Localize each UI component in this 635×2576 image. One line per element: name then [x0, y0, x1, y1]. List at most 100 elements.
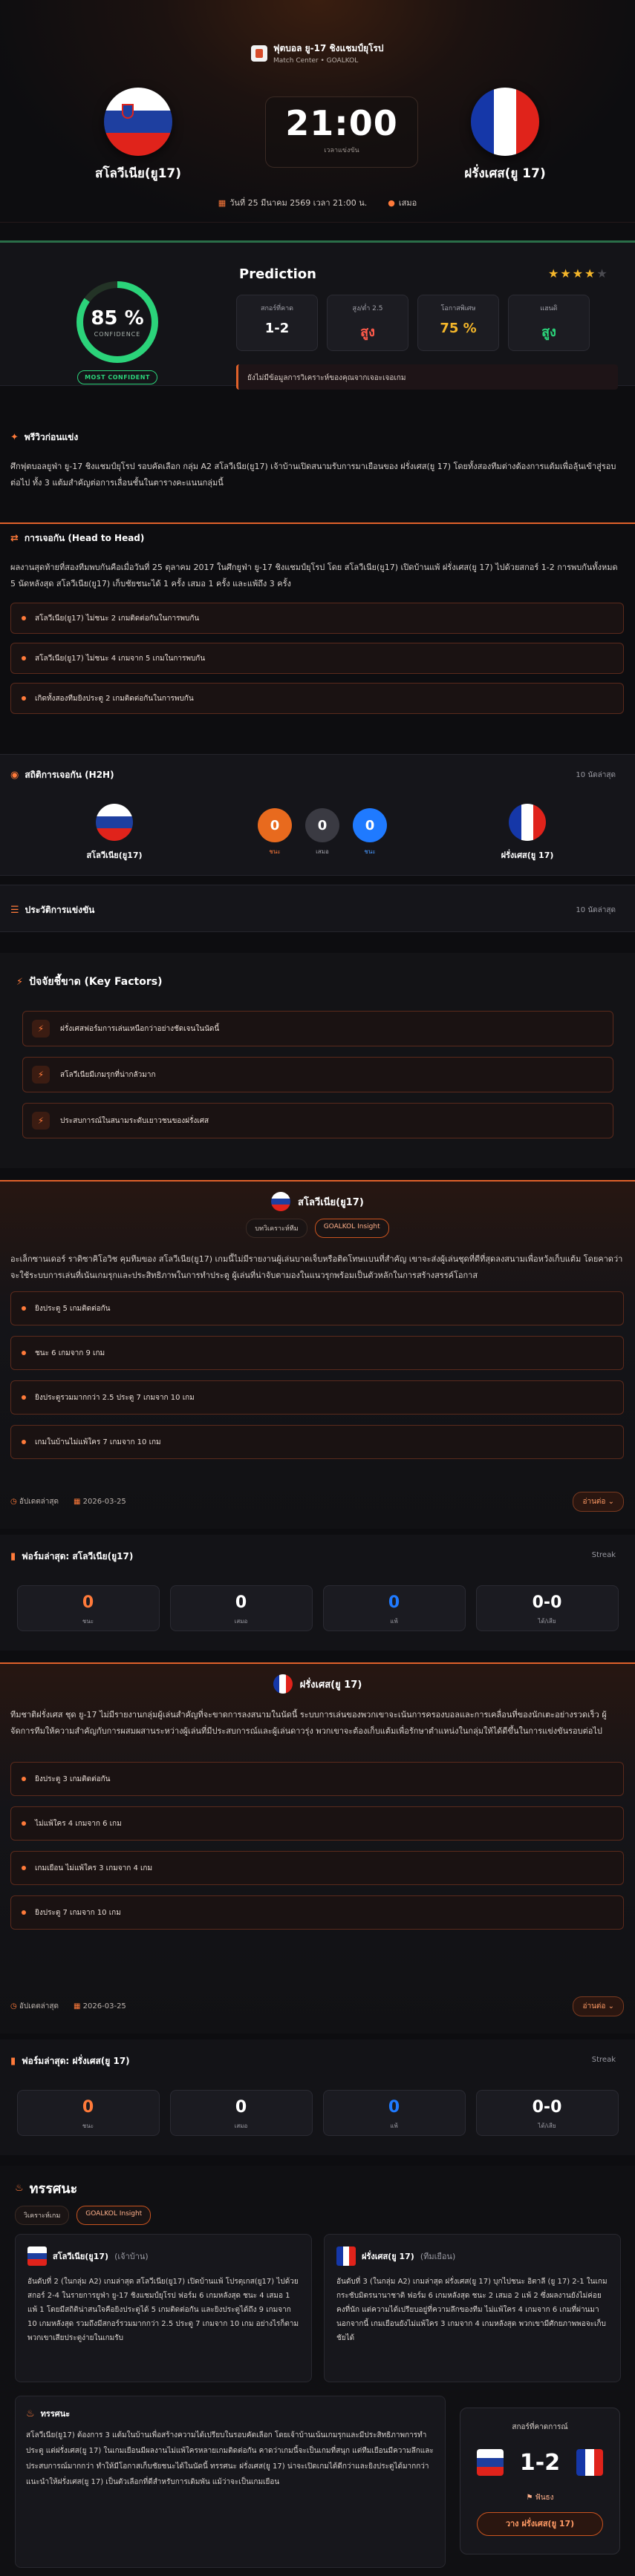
stat-value: 0-0 [532, 1593, 562, 1612]
preview-section: ✦ พรีวิวก่อนแข่ง ศึกฟุตบอลยูฟ่า ยู-17 ชิ… [0, 430, 635, 488]
draws-label: เสมอ [316, 848, 329, 855]
summary-home-head: สโลวีเนีย(ยู17) (เจ้าบ้าน) [27, 2246, 299, 2266]
tag-analysis: วิเคราะห์เกม [15, 2206, 70, 2225]
list-item: สโลวีเนีย(ยู17) ไม่ชนะ 4 เกมจาก 5 เกมในก… [10, 643, 624, 674]
match-status: ● เสมอ [388, 198, 417, 208]
home-team[interactable]: สโลวีเนีย(ยู17) [86, 88, 190, 183]
list-item-text: เกมเยือน ไม่แพ้ใคร 3 เกมจาก 4 เกม [35, 1864, 153, 1872]
bullet-icon [22, 1440, 26, 1444]
bolt-icon: ⚡ [32, 1066, 50, 1084]
summary-home-card: สโลวีเนีย(ยู17) (เจ้าบ้าน) อันดับที่ 2 (… [15, 2234, 312, 2382]
france-flag-icon [471, 88, 539, 156]
preview-text: ศึกฟุตบอลยูฟ่า ยู-17 ชิงแชมป์ยุโรป รอบคั… [10, 462, 616, 488]
france-flag-icon [273, 1674, 293, 1694]
read-more-button[interactable]: อ่านต่อ ⌄ [573, 1492, 624, 1512]
h2h-count: 10 นัดล่าสุด [576, 771, 616, 779]
chart-icon: ▮ [10, 1551, 16, 1562]
author-label: อัปเดตล่าสุด [19, 1498, 59, 1506]
h2h-stats-header: ◉ สถิติการเจอกัน (H2H) [10, 768, 114, 782]
prediction-cards: สกอร์ที่คาด 1-2 สูง/ต่ำ 2.5 สูง โอกาสพิเ… [236, 295, 590, 351]
away-wins-label: ชนะ [364, 848, 376, 855]
home-form-stats: 0 ชนะ 0 เสมอ 0 แพ้ 0-0 ได้/เสีย [0, 1585, 635, 1631]
key-factors-list: ⚡ ฝรั่งเศสฟอร์มการเล่นเหนือกว่าอย่างชัดเจ… [22, 1011, 613, 1138]
breadcrumb: Match Center • GOALKOL [273, 57, 359, 65]
read-more-button[interactable]: อ่านต่อ ⌄ [573, 1996, 624, 2016]
predicted-score-label: สกอร์ที่คาดการณ์ [512, 2423, 568, 2431]
away-team[interactable]: ฝรั่งเศส(ยู 17) [453, 88, 557, 183]
date-label: 2026-03-25 [82, 1498, 126, 1506]
h2h-record-list: สโลวีเนีย(ยู17) ไม่ชนะ 2 เกมติดต่อกันในก… [10, 603, 624, 714]
match-page: ฟุตบอล ยู-17 ชิงแชมป์ยุโรป Match Center … [0, 0, 635, 2576]
analysis-icon: ♨ [15, 2183, 24, 2194]
history-title: ประวัติการแข่งขัน [25, 905, 95, 915]
confidence-meter: 85 % CONFIDENCE MOST CONFIDENT [74, 281, 160, 384]
stat-value: 0 [388, 1593, 400, 1612]
list-item-text: เกมในบ้านไม่แพ้ใคร 7 เกมจาก 10 เกม [35, 1438, 161, 1446]
publish-date: ▦ 2026-03-25 [74, 1498, 126, 1506]
list-item-text: ยิงประตู 5 เกมติดต่อกัน [35, 1304, 111, 1313]
read-more-label: อ่านต่อ [582, 1498, 606, 1506]
list-item: ไม่แพ้ใคร 4 เกมจาก 6 เกม [10, 1806, 624, 1841]
home-team-name: สโลวีเนีย(ยู17) [94, 166, 182, 181]
date-label: 2026-03-25 [82, 2002, 126, 2010]
slovenia-flag-icon [27, 2246, 47, 2266]
away-analysis-card: ฝรั่งเศส(ยู 17) ทีมชาติฝรั่งเศส ชุด ยู-1… [0, 1662, 635, 2033]
pick-button[interactable]: วาง ฝรั่งเศส(ยู 17) [477, 2512, 603, 2536]
prediction-title: Prediction [239, 266, 316, 282]
away-analysis-footer: ◷ อัปเดตล่าสุด ▦ 2026-03-25 อ่านต่อ ⌄ [10, 1996, 624, 2016]
tag-insight: GOALKOL Insight [76, 2206, 152, 2225]
h2h-away-name: ฝรั่งเศส(ยู 17) [501, 851, 554, 860]
tag-insight: GOALKOL Insight [314, 1219, 389, 1238]
bullet-icon [22, 1866, 26, 1870]
h2h-record-text: ผลงานสุดท้ายที่สองทีมพบกันคือเมื่อวันที่… [10, 563, 618, 589]
tag-analysis: บทวิเคราะห์ทีม [246, 1219, 307, 1238]
home-analysis-team-name: สโลวีเนีย(ยู17) [298, 1196, 364, 1208]
bullet-icon [22, 616, 26, 620]
h2h-stats-title: สถิติการเจอกัน (H2H) [25, 770, 114, 780]
star-icon: ★ [572, 266, 585, 281]
card-value: สูง [360, 324, 375, 340]
bolt-icon: ⚡ [32, 1020, 50, 1038]
bolt-icon: ⚡ [32, 1112, 50, 1130]
league-header[interactable]: ฟุตบอล ยู-17 ชิงแชมป์ยุโรป Match Center … [251, 42, 383, 65]
list-item: เกิดทั้งสองทีมยิงประตู 2 เกมติดต่อกันในก… [10, 683, 624, 714]
home-wins-label: ชนะ [269, 848, 281, 855]
key-factors-section: ⚡ ปัจจัยชี้ขาด (Key Factors) ⚡ ฝรั่งเศสฟอ… [0, 953, 635, 1168]
stat-value: 0 [82, 1593, 94, 1612]
league-logo-icon [251, 45, 267, 62]
home-form-header: ▮ ฟอร์มล่าสุด: สโลวีเนีย(ยู17) [10, 1550, 133, 1564]
list-item-text: สโลวีเนีย(ยู17) ไม่ชนะ 4 เกมจาก 5 เกมในก… [35, 654, 206, 663]
bullet-icon [22, 1777, 26, 1781]
stat-card-draw: 0 เสมอ [169, 2090, 313, 2136]
summary-home-text: อันดับที่ 2 (ในกลุ่ม A2) เกมล่าสุด สโลวี… [27, 2278, 299, 2342]
stat-value: 0 [235, 2098, 247, 2117]
bullet-icon [22, 1306, 26, 1311]
stat-label: ชนะ [82, 1618, 94, 1625]
stat-label: เสมอ [234, 1618, 248, 1625]
key-factor-item: ⚡ ฝรั่งเศสฟอร์มการเล่นเหนือกว่าอย่างชัดเจ… [22, 1011, 613, 1046]
list-item: ยิงประตูรวมมากกว่า 2.5 ประตู 7 เกมจาก 10… [10, 1380, 624, 1415]
star-empty-icon: ★ [596, 266, 609, 281]
calendar-icon: ▦ [74, 2002, 81, 2010]
away-wins-value: 0 [353, 808, 387, 842]
history-panel[interactable]: ☰ ประวัติการแข่งขัน 10 นัดล่าสุด [0, 885, 635, 932]
confident-badge: MOST CONFIDENT [77, 370, 157, 384]
summary-away-card: ฝรั่งเศส(ยู 17) (ทีมเยือน) อันดับที่ 3 (… [324, 2234, 621, 2382]
clock-icon: ◷ [10, 2002, 17, 2010]
list-item: ยิงประตู 7 เกมจาก 10 เกม [10, 1895, 624, 1930]
versus-icon: ⇄ [10, 533, 19, 544]
list-item-text: ยิงประตูรวมมากกว่า 2.5 ประตู 7 เกมจาก 10… [35, 1393, 195, 1402]
slovenia-flag-icon [476, 2449, 504, 2476]
stat-label: แพ้ [390, 1618, 398, 1625]
publish-date: ▦ 2026-03-25 [74, 2002, 126, 2010]
slovenia-flag-icon [271, 1192, 291, 1211]
home-form-panel: ▮ ฟอร์มล่าสุด: สโลวีเนีย(ยู17) Streak 0 ช… [0, 1535, 635, 1651]
stat-label: แพ้ [390, 2123, 398, 2129]
home-analysis-text: อะเล็กซานเดอร์ ราดิซาคิโอวิช คุมทีมของ ส… [10, 1254, 623, 1280]
away-form-title: ฟอร์มล่าสุด: ฝรั่งเศส(ยู 17) [22, 2056, 130, 2066]
calendar-icon: ▦ [218, 198, 227, 208]
away-analysis-list: ยิงประตู 3 เกมติดต่อกัน ไม่แพ้ใคร 4 เกมจ… [10, 1762, 624, 1930]
list-item-text: ไม่แพ้ใคร 4 เกมจาก 6 เกม [35, 1819, 122, 1828]
away-analysis-text: ทีมชาติฝรั่งเศส ชุด ยู-17 ไม่มีรายงานกลุ… [10, 1710, 607, 1736]
key-factor-item: ⚡ สโลวีเนียมีเกมรุกที่น่ากลัวมาก [22, 1057, 613, 1092]
